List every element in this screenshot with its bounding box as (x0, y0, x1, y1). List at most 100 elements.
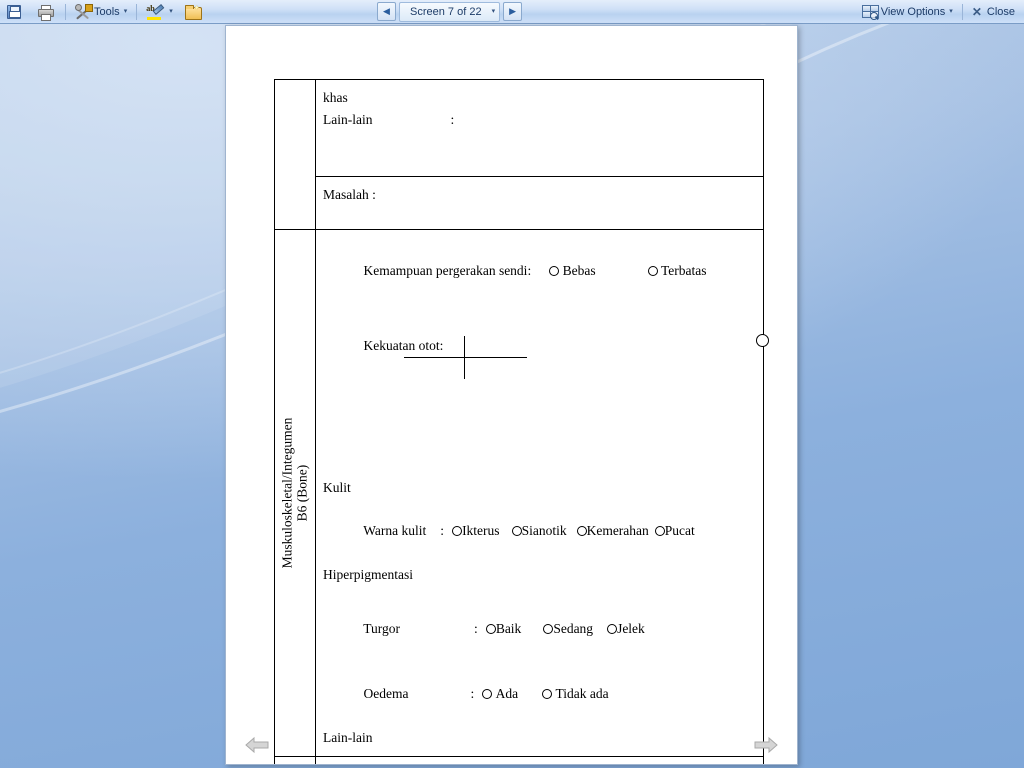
radio-warna-sianotik[interactable] (511, 526, 522, 537)
radio-oedema-ada[interactable] (482, 689, 493, 700)
document-page: khas Lain-lain: Masalah : Muskuloskeleta… (225, 25, 798, 765)
tools-label: Tools (94, 5, 120, 18)
colon-turgor: : (474, 620, 478, 636)
cross-vertical-line (463, 336, 465, 380)
row-turgor: Turgor: Baik Sedang Jelek (323, 596, 763, 662)
label-oedema-ada: Ada (495, 686, 519, 702)
table-row-masalah-bottom: Masalah : Tidak ada masalah (274, 755, 764, 765)
radio-sendi-bebas[interactable] (549, 265, 560, 276)
text-khas: khas (323, 90, 348, 105)
chevron-down-icon-2: ▾ (169, 8, 173, 15)
radio-warna-pucat[interactable] (654, 526, 665, 537)
text-masalah-top: Masalah : (323, 187, 376, 202)
vertical-section-label: Muskuloskeletal/Integumen B6 (Bone) (279, 417, 309, 569)
close-x-icon: ✕ (971, 4, 982, 19)
folder-button[interactable]: ✦ (180, 1, 209, 23)
label-turgor-jelek: Jelek (617, 620, 645, 636)
radio-oedema-tidak-ada[interactable] (542, 689, 553, 700)
view-options-label: View Options (880, 5, 946, 18)
page-back-arrow-icon (245, 736, 269, 754)
printer-icon (37, 4, 54, 21)
label-warna-sianotik: Sianotik (521, 523, 567, 539)
next-screen-button[interactable]: ▶ (503, 2, 523, 21)
cell-musculoskeletal-content: Kemampuan pergerakan sendi: Bebas Terbat… (315, 229, 769, 757)
row-oedema: Oedema: Ada Tidak ada (323, 661, 763, 727)
left-label-cell-musculoskeletal: Muskuloskeletal/Integumen B6 (Bone) (274, 229, 316, 757)
prev-screen-button[interactable]: ◀ (377, 2, 397, 21)
label-turgor: Turgor (363, 620, 401, 636)
label-kekuatan-otot: Kekuatan otot: (363, 338, 444, 354)
view-grid-magnifier-icon (861, 4, 879, 20)
chevron-down-icon: ▾ (123, 8, 128, 15)
page-next-button[interactable] (753, 734, 779, 756)
radio-warna-kemerahan[interactable] (576, 526, 587, 537)
table-row-musculoskeletal: Muskuloskeletal/Integumen B6 (Bone) Kema… (274, 229, 769, 757)
vertical-label-line2: B6 (Bone) (294, 464, 309, 522)
label-lain-lain-bottom: Lain-lain (323, 730, 373, 746)
colon-oedema: : (470, 686, 475, 702)
assessment-form-table: khas Lain-lain: Masalah : Muskuloskeleta… (274, 79, 769, 765)
highlighter-ab-icon: ab (146, 4, 165, 20)
view-options-button[interactable]: View Options ▾ (857, 1, 958, 23)
application-toolbar: Tools ▾ ab ▾ ✦ ◀ Screen 7 of 22 ▾ ▶ View… (0, 0, 1024, 24)
next-triangle-icon: ▶ (509, 6, 517, 16)
page-prev-button[interactable] (244, 734, 270, 756)
label-kemampuan-sendi: Kemampuan pergerakan sendi: (363, 262, 532, 278)
radio-turgor-sedang[interactable] (543, 623, 554, 634)
label-warna-kemerahan: Kemerahan (586, 523, 649, 539)
close-label: Close (986, 5, 1015, 18)
cell-masalah-top: Masalah : (315, 176, 764, 230)
highlighter-button[interactable]: ab ▾ (141, 1, 178, 23)
colon-lain-lain: : (450, 111, 455, 127)
label-warna-pucat: Pucat (664, 523, 695, 539)
row-warna-kulit: Warna kulit: Ikterus Sianotik Kemerahan Puca… (323, 498, 763, 564)
prev-triangle-icon: ◀ (383, 6, 390, 16)
radio-sendi-terbatas[interactable] (647, 265, 658, 276)
label-lain-lain: Lain-lain (323, 111, 373, 127)
text-lain-lain-top: Lain-lain: (323, 109, 763, 131)
toolbar-separator-2 (136, 3, 138, 20)
colon-warna-kulit: : (440, 523, 445, 539)
toolbar-separator-1 (65, 3, 66, 20)
chevron-down-icon-4: ▾ (949, 8, 953, 15)
screen-pager: ◀ Screen 7 of 22 ▾ ▶ (377, 1, 523, 22)
radio-warna-kulit-extra[interactable] (756, 334, 769, 347)
text-masalah-bottom: Masalah : Tidak ada masalah (323, 764, 763, 765)
vertical-label-line1: Muskuloskeletal/Integumen (279, 417, 295, 569)
screen-indicator-label: Screen 7 of 22 (410, 5, 482, 18)
save-button[interactable] (1, 1, 30, 23)
radio-turgor-baik[interactable] (485, 623, 496, 634)
row-kekuatan-otot: Kekuatan otot: (323, 314, 763, 467)
label-oedema: Oedema (363, 686, 409, 702)
radio-turgor-jelek[interactable] (607, 623, 618, 634)
label-sendi-terbatas: Terbatas (660, 262, 707, 278)
cell-masalah-bottom: Masalah : Tidak ada masalah (315, 755, 764, 765)
label-hiperpigmentasi: Hiperpigmentasi (323, 567, 413, 583)
label-kulit: Kulit (323, 479, 351, 495)
screen-indicator-button[interactable]: Screen 7 of 22 ▾ (399, 1, 501, 22)
save-icon (6, 4, 22, 20)
label-sendi-bebas: Bebas (562, 262, 596, 278)
left-label-cell-empty (274, 79, 316, 230)
chevron-down-icon-3: ▾ (491, 8, 496, 15)
print-button[interactable] (32, 1, 61, 23)
table-row-masalah-top: Masalah : (275, 176, 764, 230)
tools-menu-button[interactable]: Tools ▾ (70, 1, 132, 23)
cell-khas: khas Lain-lain: (315, 79, 764, 177)
label-turgor-baik: Baik (495, 620, 522, 636)
folder-icon: ✦ (184, 4, 202, 20)
row-kemampuan-sendi: Kemampuan pergerakan sendi: Bebas Terbat… (323, 238, 763, 304)
left-label-cell-bottom (274, 755, 316, 764)
page-forward-arrow-icon (754, 736, 778, 754)
label-warna-kulit: Warna kulit (363, 523, 427, 539)
cross-horizontal-line (403, 357, 527, 359)
radio-warna-ikterus[interactable] (452, 526, 463, 537)
toolbar-separator-3 (961, 3, 963, 20)
label-turgor-sedang: Sedang (553, 620, 594, 636)
label-warna-ikterus: Ikterus (462, 523, 500, 539)
table-row-khas: khas Lain-lain: (274, 79, 764, 230)
close-button[interactable]: ✕ Close (967, 1, 1020, 23)
